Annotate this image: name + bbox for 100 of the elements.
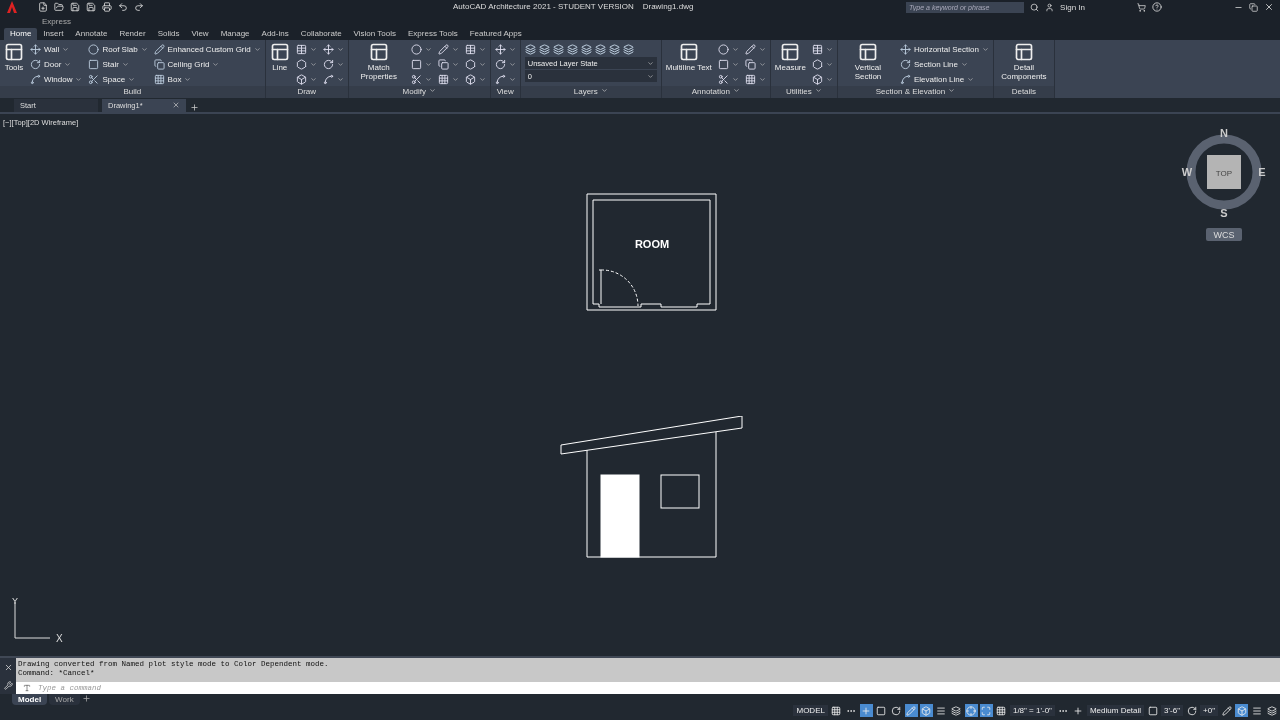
open-folder-icon[interactable] [54,2,64,12]
panel-title[interactable]: Modify [348,86,490,98]
panel-title[interactable]: Draw [265,86,348,98]
grid-icon[interactable] [153,73,165,85]
workspace-label[interactable]: Express [42,16,71,26]
status-toggle[interactable] [1265,704,1278,717]
layers-icon[interactable] [524,43,536,55]
hexagon-icon[interactable] [464,58,476,70]
new-layout-icon[interactable] [81,694,91,703]
status-toggle[interactable] [949,704,963,717]
ribbon-large-button[interactable]: Measure [774,42,806,86]
move-icon[interactable] [322,43,334,55]
panel-title[interactable]: Build [0,86,265,98]
ribbon-tool[interactable]: Roof Slab [88,42,148,56]
ribbon-tool[interactable]: Enhanced Custom Grid [153,42,261,56]
redo-icon[interactable] [134,2,144,12]
square-icon[interactable] [717,58,729,70]
save-as-icon[interactable] [86,2,96,12]
copy-icon[interactable] [744,58,756,70]
panel-title[interactable]: View [490,86,520,98]
ribbon-tool[interactable]: Elevation Line [899,72,989,86]
status-toggle[interactable] [934,704,948,717]
status-toggle[interactable] [1146,704,1160,717]
ribbon-large-button[interactable]: Line [269,42,290,86]
new-file-icon[interactable] [38,2,48,12]
layout-tab[interactable]: Model [12,694,48,705]
ribbon-large-button[interactable]: Multiline Text [665,42,712,86]
panel-title[interactable]: Layers [520,86,661,98]
layers-icon[interactable] [594,43,606,55]
status-toggle[interactable] [874,704,888,717]
circle-icon[interactable] [717,43,729,55]
grid-icon[interactable] [744,73,756,85]
cart-icon[interactable] [1137,2,1146,12]
move-icon[interactable] [899,43,911,55]
status-button[interactable]: MODEL [793,705,828,716]
scissors-icon[interactable] [88,73,100,85]
copy-icon[interactable] [153,58,165,70]
help-icon[interactable] [1152,2,1162,12]
ribbon-tool[interactable]: Space [88,72,148,86]
ribbon-tab[interactable]: Home [4,28,38,40]
panel-title[interactable]: Section & Elevation [837,86,993,98]
ucs-dropdown[interactable]: WCS [1206,228,1242,241]
undo-icon[interactable] [118,2,128,12]
cube-icon[interactable] [464,73,476,85]
pencil-icon[interactable] [744,43,756,55]
ribbon-tab[interactable]: Featured Apps [463,28,528,40]
status-toggle[interactable] [904,704,918,717]
ribbon-tab[interactable]: Manage [214,28,256,40]
rotate-icon[interactable] [322,58,334,70]
close-icon[interactable] [3,662,13,672]
cube-icon[interactable] [295,73,307,85]
square-icon[interactable] [88,58,100,70]
curve-icon[interactable] [30,73,41,85]
ribbon-large-button[interactable]: Vertical Section [841,42,894,86]
ribbon-large-button[interactable]: Detail Components [997,42,1050,86]
curve-icon[interactable] [899,73,911,85]
status-toggle[interactable] [994,704,1008,717]
layers-icon[interactable] [580,43,592,55]
status-toggle[interactable] [1235,704,1248,717]
ribbon-tab[interactable]: Express Tools [402,28,464,40]
scissors-icon[interactable] [717,73,729,85]
ribbon-tool[interactable]: Section Line [899,57,989,71]
ribbon-tool[interactable]: Box [153,72,261,86]
ribbon-tab[interactable]: Render [113,28,152,40]
ribbon-tab[interactable]: Insert [37,28,70,40]
panel-title[interactable]: Details [993,86,1054,98]
table-icon[interactable] [464,43,476,55]
command-prompt-icon[interactable] [16,682,38,694]
status-toggle[interactable] [829,704,843,717]
table-icon[interactable] [295,43,307,55]
ribbon-tool[interactable]: Stair [88,57,148,71]
pencil-icon[interactable] [153,43,165,55]
panel-title[interactable]: Annotation [661,86,770,98]
ribbon-tab[interactable]: Add-ins [255,28,295,40]
status-toggle[interactable] [979,704,993,717]
print-icon[interactable] [102,2,112,12]
rotate-icon[interactable] [494,58,506,70]
status-button[interactable]: +0" [1200,705,1218,716]
curve-icon[interactable] [322,73,334,85]
restore-icon[interactable] [1249,2,1258,12]
ribbon-tab[interactable]: Annotate [69,28,114,40]
circle-icon[interactable] [410,43,422,55]
scissors-icon[interactable] [410,73,422,85]
status-toggle[interactable] [964,704,978,717]
wrench-icon[interactable] [3,680,13,690]
rotate-icon[interactable] [30,58,41,70]
layers-icon[interactable] [538,43,550,55]
sign-in-link[interactable]: Sign In [1060,2,1085,12]
ribbon-tool[interactable]: Wall [30,42,83,56]
hexagon-icon[interactable] [295,58,307,70]
layout-tab[interactable]: Work [49,694,80,705]
status-button[interactable]: 1/8" = 1'-0" [1009,705,1055,716]
layers-icon[interactable] [552,43,564,55]
new-tab-icon[interactable] [190,103,199,112]
move-icon[interactable] [30,43,41,55]
ribbon-tab[interactable]: Solids [151,28,186,40]
status-toggle[interactable] [1250,704,1263,717]
ribbon-tab[interactable]: Vision Tools [347,28,402,40]
circle-icon[interactable] [88,43,100,55]
status-toggle[interactable] [919,704,933,717]
